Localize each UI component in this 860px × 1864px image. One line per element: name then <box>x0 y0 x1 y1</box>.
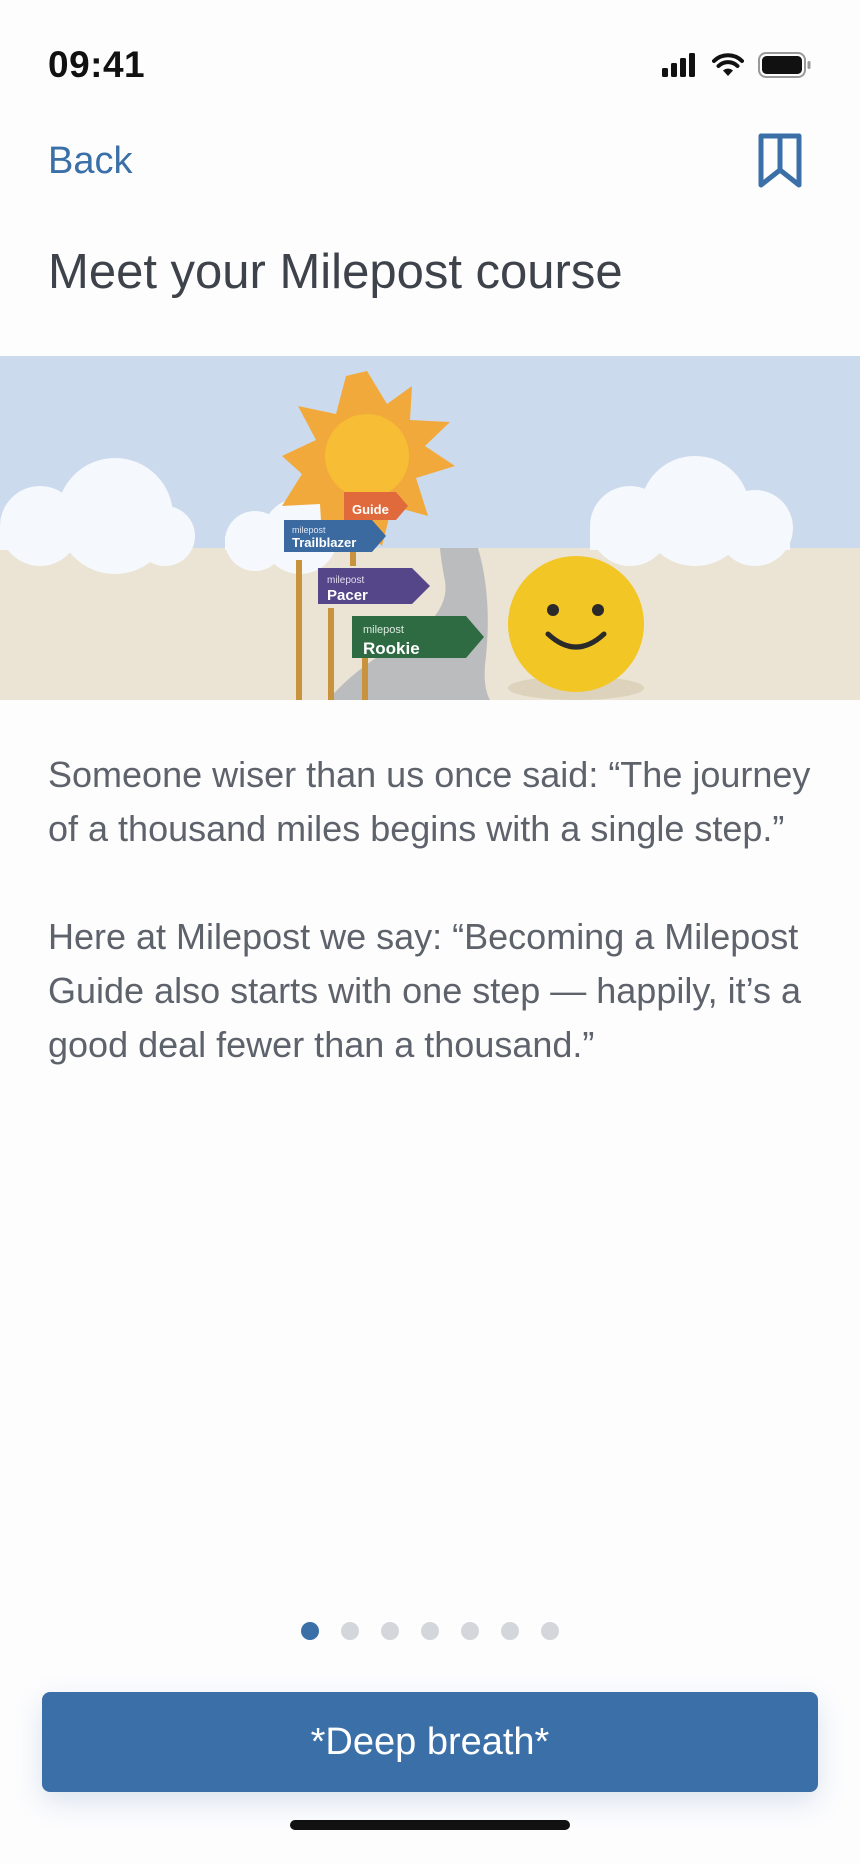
page-dot-1[interactable] <box>301 1622 319 1640</box>
intro-text: Someone wiser than us once said: “The jo… <box>48 748 828 1126</box>
nav-bar: Back <box>0 130 860 200</box>
bookmark-icon <box>758 133 802 188</box>
sign-guide: Guide <box>344 492 408 520</box>
page-dot-5[interactable] <box>461 1622 479 1640</box>
page-indicator <box>0 1622 860 1640</box>
svg-text:milepost: milepost <box>292 525 326 535</box>
status-time: 09:41 <box>48 44 146 85</box>
svg-text:Pacer: Pacer <box>327 587 368 604</box>
svg-text:milepost: milepost <box>327 575 364 586</box>
bookmark-button[interactable] <box>756 132 804 190</box>
deep-breath-button[interactable]: *Deep breath* <box>42 1692 818 1792</box>
sign-rookie: milepost Rookie <box>352 616 484 658</box>
status-bar: 09:41 <box>0 0 860 120</box>
sign-trailblazer: milepost Trailblazer <box>284 520 386 552</box>
hero-illustration: Guide milepost Trailblazer milepost Pace… <box>0 356 860 700</box>
status-icons <box>662 52 812 78</box>
page-dot-3[interactable] <box>381 1622 399 1640</box>
intro-paragraph-1: Someone wiser than us once said: “The jo… <box>48 754 811 849</box>
back-button[interactable]: Back <box>48 140 132 183</box>
wifi-icon <box>712 53 744 76</box>
page-dot-2[interactable] <box>341 1622 359 1640</box>
page-dot-6[interactable] <box>501 1622 519 1640</box>
page-dot-7[interactable] <box>541 1622 559 1640</box>
svg-text:Trailblazer: Trailblazer <box>292 535 356 550</box>
svg-text:Rookie: Rookie <box>363 639 420 658</box>
svg-text:Guide: Guide <box>352 502 389 517</box>
page-title: Meet your Milepost course <box>48 245 623 299</box>
svg-text:milepost: milepost <box>363 624 404 636</box>
battery-icon <box>758 52 811 78</box>
milepost-signpost-illustration: Guide milepost Trailblazer milepost Pace… <box>0 356 860 700</box>
sign-pacer: milepost Pacer <box>318 568 430 604</box>
home-indicator[interactable] <box>290 1820 570 1830</box>
intro-paragraph-2: Here at Milepost we say: “Becoming a Mil… <box>48 916 802 1065</box>
page-dot-4[interactable] <box>421 1622 439 1640</box>
signal-icon <box>662 53 695 77</box>
